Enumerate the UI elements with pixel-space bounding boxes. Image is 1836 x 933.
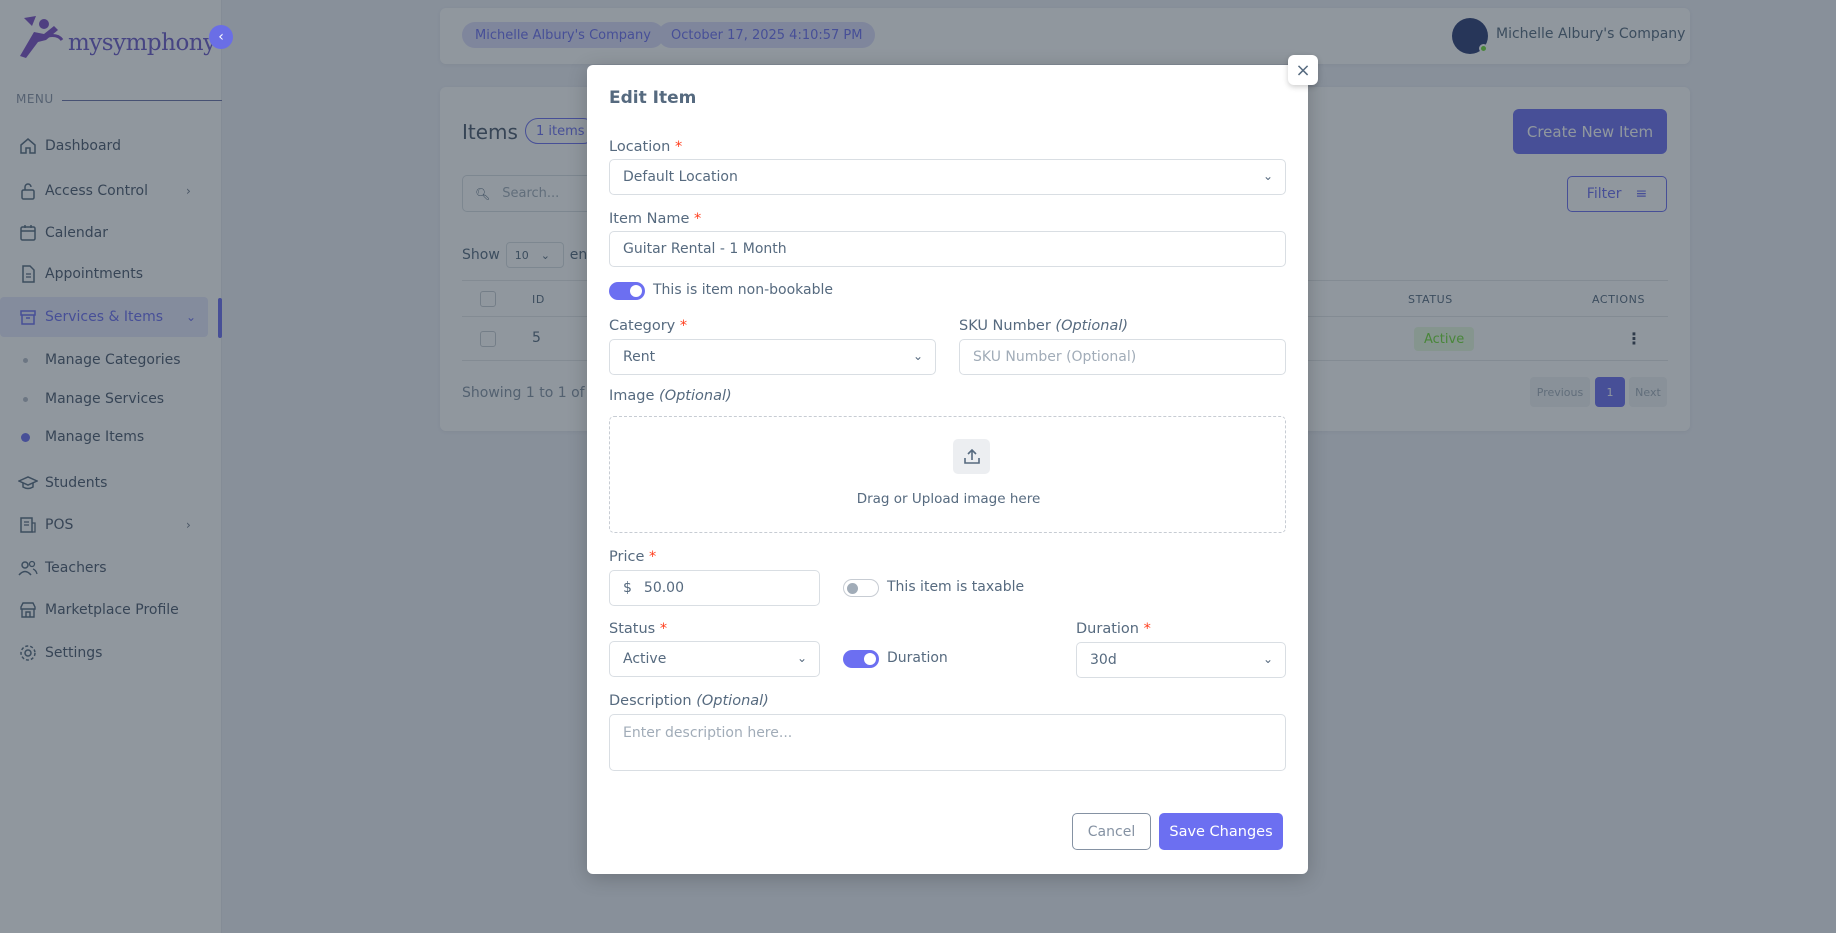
upload-text: Drag or Upload image here bbox=[856, 491, 1041, 507]
duration-select[interactable]: 30d ⌄ bbox=[1076, 642, 1286, 678]
item-name-value: Guitar Rental - 1 Month bbox=[623, 241, 787, 257]
duration-toggle-label: Duration bbox=[887, 650, 948, 666]
upload-icon bbox=[953, 439, 990, 474]
chevron-down-icon: ⌄ bbox=[1262, 652, 1273, 666]
sku-label: SKU Number (Optional) bbox=[959, 318, 1129, 334]
price-label: Price * bbox=[609, 549, 657, 565]
duration-label: Duration * bbox=[1076, 621, 1151, 637]
save-changes-button[interactable]: Save Changes bbox=[1159, 813, 1283, 850]
image-dropzone[interactable]: Drag or Upload image here bbox=[609, 416, 1286, 533]
currency-symbol: $ bbox=[623, 580, 632, 596]
description-label: Description (Optional) bbox=[609, 693, 769, 709]
price-input[interactable]: $ 50.00 bbox=[609, 570, 820, 606]
item-name-label: Item Name * bbox=[609, 211, 702, 227]
location-value: Default Location bbox=[623, 169, 738, 185]
close-icon: × bbox=[1295, 59, 1311, 81]
status-label: Status * bbox=[609, 621, 668, 637]
chevron-down-icon: ⌄ bbox=[796, 651, 807, 665]
category-label: Category * bbox=[609, 318, 688, 334]
category-select[interactable]: Rent ⌄ bbox=[609, 339, 936, 375]
non-bookable-label: This is item non-bookable bbox=[653, 282, 833, 298]
edit-item-modal: Edit Item Location * Default Location ⌄ … bbox=[587, 65, 1308, 874]
modal-title: Edit Item bbox=[609, 88, 697, 108]
status-select[interactable]: Active ⌄ bbox=[609, 641, 820, 677]
chevron-down-icon: ⌄ bbox=[912, 349, 923, 363]
cancel-button[interactable]: Cancel bbox=[1072, 813, 1151, 850]
duration-value: 30d bbox=[1090, 652, 1117, 668]
sku-input[interactable]: SKU Number (Optional) bbox=[959, 339, 1286, 375]
taxable-toggle[interactable] bbox=[843, 579, 879, 597]
sku-placeholder: SKU Number (Optional) bbox=[973, 349, 1137, 365]
chevron-down-icon: ⌄ bbox=[1262, 169, 1273, 183]
status-value: Active bbox=[623, 651, 667, 667]
duration-toggle[interactable] bbox=[843, 650, 879, 668]
category-value: Rent bbox=[623, 349, 656, 365]
taxable-label: This item is taxable bbox=[887, 579, 1025, 595]
price-value: 50.00 bbox=[643, 580, 685, 596]
location-select[interactable]: Default Location ⌄ bbox=[609, 159, 1286, 195]
non-bookable-toggle[interactable] bbox=[609, 282, 645, 300]
description-textarea[interactable]: Enter description here... bbox=[609, 714, 1286, 771]
modal-close-button[interactable]: × bbox=[1288, 55, 1318, 85]
item-name-input[interactable]: Guitar Rental - 1 Month bbox=[609, 231, 1286, 267]
sidebar-collapse-button[interactable]: ‹ bbox=[209, 25, 233, 49]
location-label: Location * bbox=[609, 139, 683, 155]
image-label: Image (Optional) bbox=[609, 388, 732, 404]
